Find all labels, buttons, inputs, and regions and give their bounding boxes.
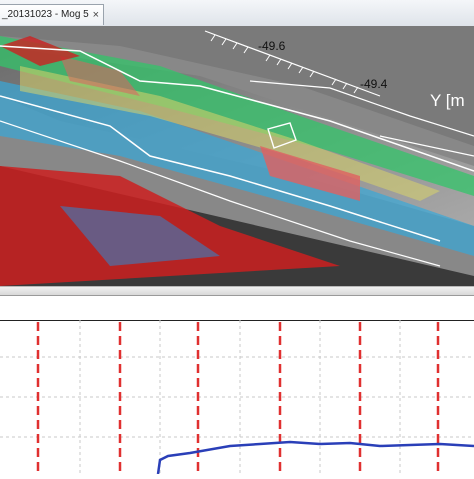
y-tick-label: -49.4: [360, 77, 388, 91]
horizontal-gridlines: [0, 356, 474, 438]
close-tab-icon[interactable]: ×: [93, 5, 99, 25]
profile-plot[interactable]: [0, 320, 474, 475]
3d-point-cloud-view[interactable]: -49.6 -49.4 Y [m: [0, 26, 474, 286]
y-tick-label: -49.6: [258, 39, 286, 53]
document-tab[interactable]: _20131023 - Mog 5 ×: [0, 4, 104, 25]
document-tab-title: _20131023 - Mog 5: [2, 9, 89, 20]
section-markers: [36, 322, 440, 474]
pane-splitter[interactable]: [0, 286, 474, 296]
plot-toolbar-area: [0, 296, 474, 320]
profile-plot-canvas: [0, 320, 474, 475]
y-axis-label: Y [m: [430, 91, 465, 110]
point-cloud-canvas: -49.6 -49.4 Y [m: [0, 26, 474, 286]
profile-trace: [156, 440, 474, 475]
document-tab-bar: _20131023 - Mog 5 ×: [0, 0, 474, 27]
